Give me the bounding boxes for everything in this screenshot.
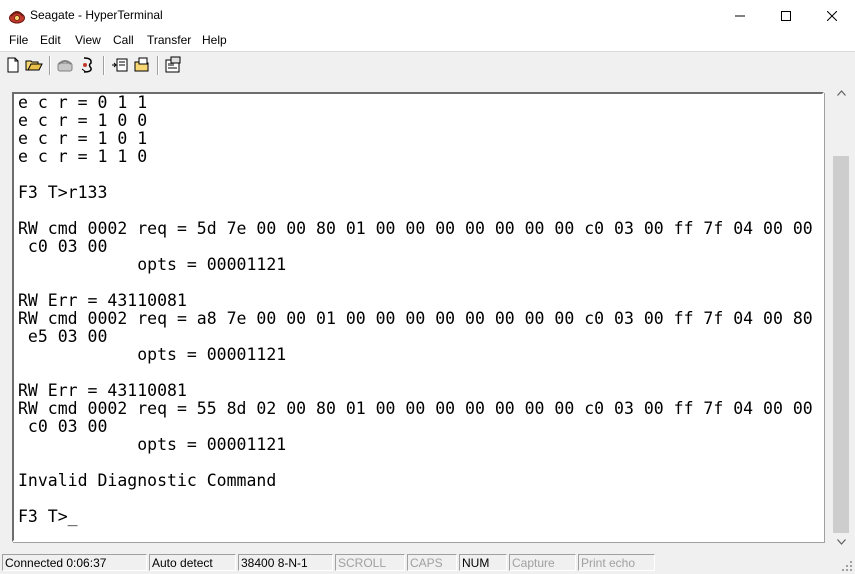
menu-call[interactable]: Call	[112, 33, 135, 47]
status-scroll: SCROLL	[335, 554, 405, 571]
client-area: e c r = 0 1 1e c r = 1 0 0e c r = 1 0 1e…	[3, 80, 851, 550]
terminal-line: e c r = 0 1 1	[18, 94, 148, 112]
terminal-line: RW Err = 43110081	[18, 291, 187, 310]
maximize-button[interactable]	[763, 0, 809, 31]
open-icon[interactable]	[25, 56, 43, 74]
terminal-line: e c r = 1 1 0	[18, 147, 148, 166]
close-icon	[827, 10, 837, 21]
terminal-line: opts = 00001121	[18, 345, 287, 364]
window-title: Seagate - HyperTerminal	[30, 8, 163, 22]
terminal-line: opts = 00001121	[18, 255, 287, 274]
close-button[interactable]	[809, 0, 855, 31]
maximize-icon	[781, 10, 791, 21]
scroll-thumb[interactable]	[833, 156, 849, 533]
status-num: NUM	[459, 554, 507, 571]
scroll-up-button[interactable]	[832, 84, 850, 101]
terminal-line: e5 03 00	[18, 327, 108, 346]
resize-grip-icon[interactable]	[841, 560, 853, 572]
minimize-icon	[735, 15, 745, 16]
status-capture: Capture	[509, 554, 576, 571]
terminal-line: e c r = 1 0 0	[18, 111, 148, 130]
vertical-scrollbar[interactable]	[832, 84, 850, 550]
toolbar	[0, 51, 855, 79]
terminal-line: c0 03 00	[18, 237, 108, 256]
menu-transfer[interactable]: Transfer	[146, 33, 192, 47]
status-connected: Connected 0:06:37	[2, 554, 147, 571]
menu-file[interactable]: File	[8, 33, 29, 47]
disconnect-icon[interactable]	[79, 56, 97, 74]
receive-icon[interactable]	[133, 56, 151, 74]
menu-view[interactable]: View	[74, 33, 102, 47]
call-icon[interactable]	[56, 56, 74, 74]
chevron-down-icon	[836, 538, 846, 545]
status-print-echo: Print echo	[578, 554, 655, 571]
toolbar-separator	[103, 56, 105, 75]
terminal-line: c0 03 00	[18, 417, 108, 436]
menu-bar: File Edit View Call Transfer Help	[0, 31, 855, 51]
terminal-line: RW Err = 43110081	[18, 381, 187, 400]
terminal-line: RW cmd 0002 req = a8 7e 00 00 01 00 00 0…	[18, 309, 813, 328]
title-bar: Seagate - HyperTerminal	[0, 0, 855, 31]
properties-icon[interactable]	[164, 56, 182, 74]
terminal-line: RW cmd 0002 req = 55 8d 02 00 80 01 00 0…	[18, 399, 813, 418]
terminal-screen[interactable]: e c r = 0 1 1e c r = 1 0 0e c r = 1 0 1e…	[18, 94, 818, 540]
toolbar-separator	[49, 56, 51, 75]
minimize-button[interactable]	[717, 0, 763, 31]
scroll-down-button[interactable]	[832, 533, 850, 550]
menu-edit[interactable]: Edit	[39, 33, 62, 47]
toolbar-separator	[157, 56, 159, 75]
send-icon[interactable]	[111, 56, 129, 74]
status-caps: CAPS	[407, 554, 457, 571]
new-icon[interactable]	[4, 56, 22, 74]
menu-help[interactable]: Help	[201, 33, 228, 47]
status-settings: 38400 8-N-1	[238, 554, 333, 571]
hyperterminal-phone-icon	[9, 11, 25, 24]
status-detect: Auto detect	[149, 554, 236, 571]
terminal-line: Invalid Diagnostic Command	[18, 471, 277, 490]
terminal-line: e c r = 1 0 1	[18, 129, 148, 148]
terminal-line: opts = 00001121	[18, 435, 287, 454]
status-bar: Connected 0:06:37 Auto detect 38400 8-N-…	[0, 552, 855, 574]
terminal-line: F3 T>r133	[18, 183, 108, 202]
terminal-line: RW cmd 0002 req = 5d 7e 00 00 80 01 00 0…	[18, 219, 813, 238]
chevron-up-icon	[836, 89, 846, 96]
terminal-line: F3 T>_	[18, 507, 78, 526]
terminal-frame: e c r = 0 1 1e c r = 1 0 0e c r = 1 0 1e…	[12, 92, 824, 542]
